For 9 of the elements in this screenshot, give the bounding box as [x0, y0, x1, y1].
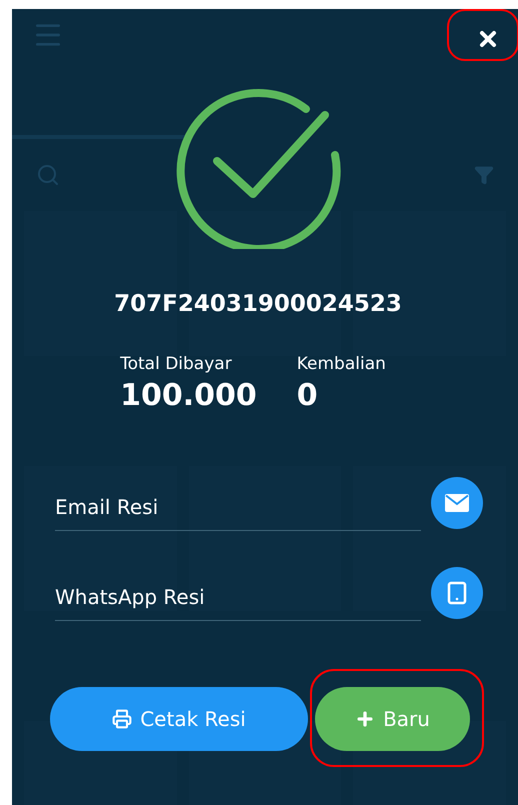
action-button[interactable]: Cetak Resi [50, 686, 308, 750]
receipt-input-field[interactable]: WhatsApp Resi [55, 574, 421, 620]
receipt-input-field[interactable]: Email Resi [55, 484, 421, 530]
summary-value: 100.000 [120, 377, 257, 414]
summary-label: Total Dibayar [120, 352, 233, 376]
summary-label: Kembalian [296, 352, 386, 376]
transaction-code: 707F24031900024523 [114, 290, 402, 319]
action-button[interactable]: Baru [315, 686, 470, 750]
summary-value: 0 [296, 377, 319, 414]
